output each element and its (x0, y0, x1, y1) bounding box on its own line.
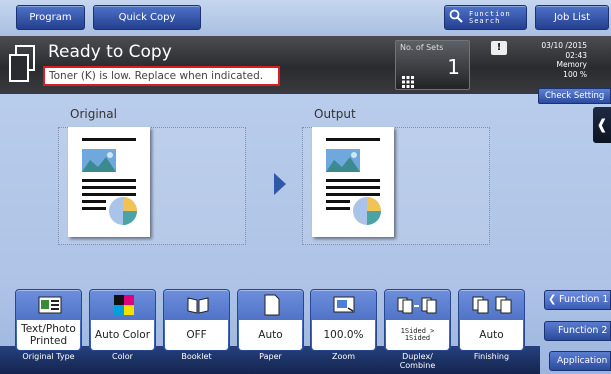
warning-icon[interactable]: ! (491, 41, 507, 55)
zoom-caption: Zoom (331, 352, 356, 361)
copy-icon (8, 45, 36, 83)
sets-value: 1 (447, 55, 460, 79)
original-type-caption: Original Type (22, 352, 75, 361)
duplex-combine-button[interactable]: 1Sided > 1Sided (384, 289, 451, 351)
duplex-combine-caption: Duplex/ Combine (399, 352, 436, 370)
duplex-icon (397, 293, 441, 317)
date-time-panel: 03/10 /2015 02:43 Memory 100 % (524, 41, 587, 79)
check-setting-button[interactable]: Check Setting (538, 88, 611, 104)
finishing-value: Auto (460, 320, 523, 350)
paper-button[interactable]: Auto (237, 289, 304, 351)
sets-label: No. of Sets (400, 43, 444, 52)
finishing-button[interactable]: Auto (458, 289, 525, 351)
booklet-icon (185, 293, 211, 317)
original-label: Original (70, 107, 117, 121)
original-document-image (68, 127, 150, 237)
color-caption: Color (112, 352, 133, 361)
function1-button[interactable]: ❮ Function 1 (544, 290, 611, 310)
toner-message: Toner (K) is low. Replace when indicated… (43, 66, 280, 86)
collapse-panel-tab[interactable]: ❰ (593, 107, 611, 143)
original-type-icon (37, 293, 63, 317)
paper-icon (259, 293, 285, 317)
search-icon (449, 9, 463, 26)
application-button[interactable]: Application (549, 351, 611, 371)
arrow-right-icon (274, 173, 286, 195)
function2-button[interactable]: Function 2 (544, 321, 611, 341)
original-type-button[interactable]: Text/Photo Printed (15, 289, 82, 351)
function1-label: Function 1 (559, 294, 609, 305)
memory-value: 100 % (563, 69, 587, 79)
chevron-left-icon: ❮ (548, 294, 557, 305)
original-type-value: Text/Photo Printed (17, 320, 80, 350)
booklet-button[interactable]: OFF (163, 289, 230, 351)
color-button[interactable]: Auto Color (89, 289, 156, 351)
zoom-value: 100.0% (312, 320, 375, 350)
finishing-icon (471, 293, 515, 317)
function-search-label: Function Search (469, 9, 511, 25)
paper-caption: Paper (259, 352, 282, 361)
booklet-caption: Booklet (181, 352, 212, 361)
output-label: Output (314, 107, 356, 121)
color-icon (111, 293, 137, 317)
function-search-button[interactable]: Function Search (444, 5, 527, 30)
job-list-button[interactable]: Job List (535, 5, 609, 30)
date-text: 03/10 /2015 (541, 41, 587, 50)
toner-message-text: Toner (K) is low. Replace when indicated… (49, 70, 264, 82)
sets-box[interactable]: No. of Sets 1 (395, 40, 470, 90)
color-value: Auto Color (91, 320, 154, 350)
output-document-image (312, 127, 394, 237)
program-button[interactable]: Program (16, 5, 85, 30)
paper-value: Auto (239, 320, 302, 350)
time-text: 02:43 (565, 50, 587, 60)
duplex-value: 1Sided > 1Sided (386, 320, 449, 350)
booklet-value: OFF (165, 320, 228, 350)
finishing-caption: Finishing (473, 352, 510, 361)
ready-title: Ready to Copy (48, 42, 172, 62)
function2-label: Function 2 (558, 325, 608, 336)
zoom-button[interactable]: 100.0% (310, 289, 377, 351)
keypad-icon[interactable] (402, 73, 414, 92)
quick-copy-button[interactable]: Quick Copy (93, 5, 201, 30)
memory-label: Memory (556, 60, 587, 69)
zoom-icon (332, 293, 358, 317)
